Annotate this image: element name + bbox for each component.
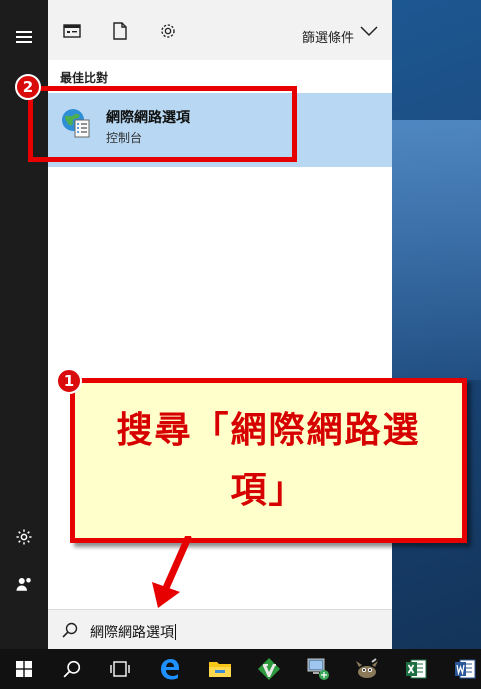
file-explorer-icon[interactable] [196,649,244,689]
documents-icon[interactable] [109,20,131,42]
gimp-icon[interactable] [343,649,391,689]
text-caret [175,624,176,640]
taskbar-search-icon[interactable] [48,649,96,689]
user-account-icon[interactable] [0,560,48,608]
search-query-container: 網際網路選項 [90,622,176,642]
network-icon[interactable] [294,649,342,689]
apps-icon[interactable] [61,20,83,42]
windows-start-icon[interactable] [0,649,48,689]
step2-badge: 2 [15,74,41,100]
word-icon[interactable] [441,649,481,689]
chevron-down-icon[interactable] [360,25,378,37]
desktop-wallpaper-glow [391,120,481,380]
edge-icon[interactable] [146,649,194,689]
instruction-callout: 搜尋「網際網路選項」 [70,378,467,543]
pointer-arrow-icon [152,536,192,608]
search-box[interactable]: 網際網路選項 [48,609,392,649]
callout-text: 搜尋「網際網路選項」 [116,409,421,511]
excel-icon[interactable] [392,649,440,689]
filter-bar: 篩選條件 [48,0,392,61]
step1-badge: 1 [56,368,82,394]
task-view-icon[interactable] [96,649,144,689]
menu-hamburger-icon[interactable] [0,13,48,61]
vim-icon[interactable] [245,649,293,689]
settings-gear-icon[interactable] [0,513,48,561]
taskbar [0,649,481,689]
filters-label[interactable]: 篩選條件 [302,27,354,46]
search-icon [62,622,78,638]
settings-icon[interactable] [157,20,179,42]
search-query-text[interactable]: 網際網路選項 [90,625,174,641]
best-match-heading: 最佳比對 [60,71,109,85]
step2-highlight-box [28,86,297,162]
